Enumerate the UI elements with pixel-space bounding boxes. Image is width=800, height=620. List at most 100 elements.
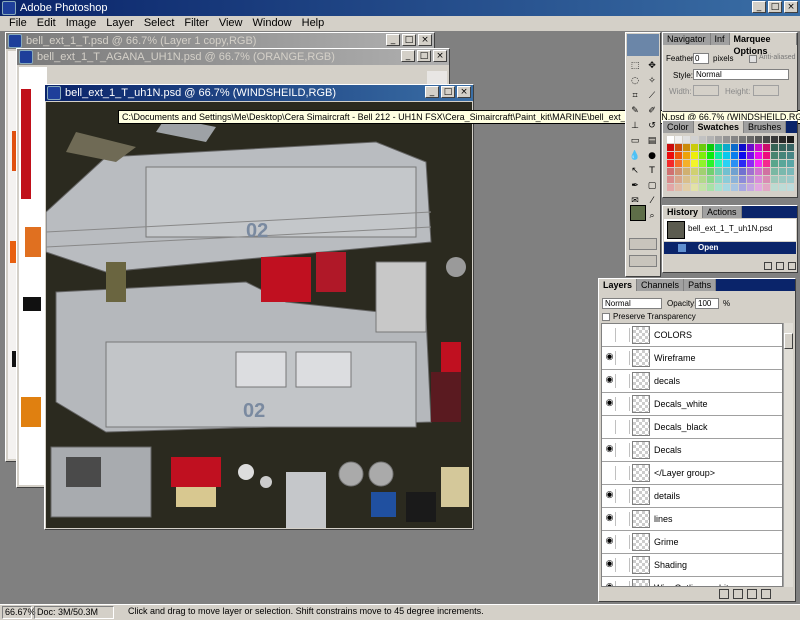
- layer-row[interactable]: ◉ details: [602, 485, 782, 508]
- color-swatch[interactable]: [771, 136, 778, 143]
- color-swatch[interactable]: [715, 184, 722, 191]
- eyedropper-tool-icon[interactable]: ⁄: [644, 194, 660, 208]
- doc3-titlebar[interactable]: bell_ext_1_T_uh1N.psd @ 66.7% (WINDSHEIL…: [45, 85, 473, 101]
- visibility-eye-icon[interactable]: [604, 420, 616, 434]
- color-swatch[interactable]: [683, 136, 690, 143]
- color-swatch[interactable]: [771, 176, 778, 183]
- color-swatch[interactable]: [787, 152, 794, 159]
- history-item-open[interactable]: Open: [664, 242, 796, 254]
- color-swatch[interactable]: [763, 160, 770, 167]
- color-swatch[interactable]: [667, 176, 674, 183]
- color-swatch[interactable]: [739, 184, 746, 191]
- new-snapshot-icon[interactable]: [776, 262, 784, 270]
- feather-input[interactable]: 0: [693, 53, 709, 64]
- tab-channels[interactable]: Channels: [637, 279, 685, 291]
- menu-help[interactable]: Help: [297, 16, 330, 31]
- visibility-eye-icon[interactable]: ◉: [604, 512, 616, 526]
- visibility-eye-icon[interactable]: ◉: [604, 489, 616, 503]
- color-swatch[interactable]: [675, 168, 682, 175]
- doc1-minimize-button[interactable]: _: [386, 34, 400, 46]
- color-swatch[interactable]: [675, 152, 682, 159]
- antialiased-checkbox[interactable]: [749, 55, 757, 63]
- tab-swatches[interactable]: Swatches: [693, 121, 745, 133]
- tab-color[interactable]: Color: [663, 121, 694, 133]
- scrollbar-thumb[interactable]: [784, 333, 793, 349]
- color-swatch[interactable]: [779, 176, 786, 183]
- color-swatch[interactable]: [699, 136, 706, 143]
- new-document-icon[interactable]: [764, 262, 772, 270]
- layer-link-cell[interactable]: [618, 512, 630, 526]
- color-swatch[interactable]: [747, 168, 754, 175]
- color-swatch[interactable]: [707, 136, 714, 143]
- color-swatch[interactable]: [739, 152, 746, 159]
- layer-link-cell[interactable]: [618, 397, 630, 411]
- doc2-maximize-button[interactable]: □: [417, 50, 431, 62]
- blur-tool-icon[interactable]: 💧: [627, 149, 643, 163]
- layer-link-cell[interactable]: [618, 328, 630, 342]
- layer-link-cell[interactable]: [618, 535, 630, 549]
- doc3-minimize-button[interactable]: _: [425, 86, 439, 98]
- color-swatch[interactable]: [755, 168, 762, 175]
- layer-mask-icon[interactable]: [719, 589, 729, 599]
- path-select-tool-icon[interactable]: ↖: [627, 164, 643, 178]
- color-swatch[interactable]: [699, 184, 706, 191]
- style-select[interactable]: Normal: [693, 69, 789, 80]
- texture-canvas[interactable]: 02 02: [46, 102, 472, 528]
- color-swatch[interactable]: [787, 176, 794, 183]
- color-swatch[interactable]: [731, 160, 738, 167]
- tab-actions[interactable]: Actions: [703, 206, 742, 218]
- visibility-eye-icon[interactable]: ◉: [604, 581, 616, 586]
- document-window-3[interactable]: bell_ext_1_T_uh1N.psd @ 66.7% (WINDSHEIL…: [44, 84, 474, 530]
- color-swatch[interactable]: [763, 144, 770, 151]
- layer-link-cell[interactable]: [618, 489, 630, 503]
- color-swatch[interactable]: [667, 184, 674, 191]
- color-swatch[interactable]: [691, 184, 698, 191]
- color-swatch[interactable]: [739, 144, 746, 151]
- layer-row[interactable]: ◉ lines: [602, 508, 782, 531]
- color-swatch[interactable]: [707, 160, 714, 167]
- width-input[interactable]: [693, 85, 719, 96]
- color-swatch[interactable]: [731, 152, 738, 159]
- dodge-tool-icon[interactable]: ●: [644, 149, 660, 163]
- color-swatch[interactable]: [763, 168, 770, 175]
- color-swatch[interactable]: [675, 144, 682, 151]
- color-swatch[interactable]: [779, 136, 786, 143]
- color-swatch[interactable]: [763, 176, 770, 183]
- color-swatch[interactable]: [787, 184, 794, 191]
- color-swatch[interactable]: [747, 136, 754, 143]
- layer-row[interactable]: </Layer group>: [602, 462, 782, 485]
- color-swatch[interactable]: [715, 144, 722, 151]
- color-swatch[interactable]: [771, 168, 778, 175]
- color-swatch[interactable]: [723, 152, 730, 159]
- layer-row[interactable]: Decals_black: [602, 416, 782, 439]
- pencil-tool-icon[interactable]: ✐: [644, 104, 660, 118]
- color-swatch[interactable]: [723, 184, 730, 191]
- color-swatch[interactable]: [779, 184, 786, 191]
- color-swatch[interactable]: [675, 136, 682, 143]
- color-swatch[interactable]: [731, 136, 738, 143]
- color-swatch[interactable]: [723, 160, 730, 167]
- color-swatch[interactable]: [715, 152, 722, 159]
- visibility-eye-icon[interactable]: ◉: [604, 535, 616, 549]
- color-swatch[interactable]: [739, 176, 746, 183]
- color-swatch[interactable]: [763, 184, 770, 191]
- color-swatch[interactable]: [723, 136, 730, 143]
- layer-link-cell[interactable]: [618, 466, 630, 480]
- close-button[interactable]: ×: [784, 1, 798, 13]
- layer-row[interactable]: ◉ Decals_white: [602, 393, 782, 416]
- color-swatch[interactable]: [667, 136, 674, 143]
- doc1-maximize-button[interactable]: □: [402, 34, 416, 46]
- color-swatch[interactable]: [763, 136, 770, 143]
- layer-row[interactable]: ◉ Wireframe: [602, 347, 782, 370]
- color-swatch[interactable]: [667, 144, 674, 151]
- color-swatch[interactable]: [691, 176, 698, 183]
- color-swatch[interactable]: [755, 184, 762, 191]
- layer-link-cell[interactable]: [618, 443, 630, 457]
- menu-view[interactable]: View: [214, 16, 248, 31]
- color-swatch[interactable]: [787, 160, 794, 167]
- doc1-titlebar[interactable]: bell_ext_1_T.psd @ 66.7% (Layer 1 copy,R…: [6, 33, 434, 49]
- layer-row[interactable]: ◉ Shading: [602, 554, 782, 577]
- color-swatch[interactable]: [699, 152, 706, 159]
- color-swatch[interactable]: [739, 168, 746, 175]
- color-swatch[interactable]: [691, 160, 698, 167]
